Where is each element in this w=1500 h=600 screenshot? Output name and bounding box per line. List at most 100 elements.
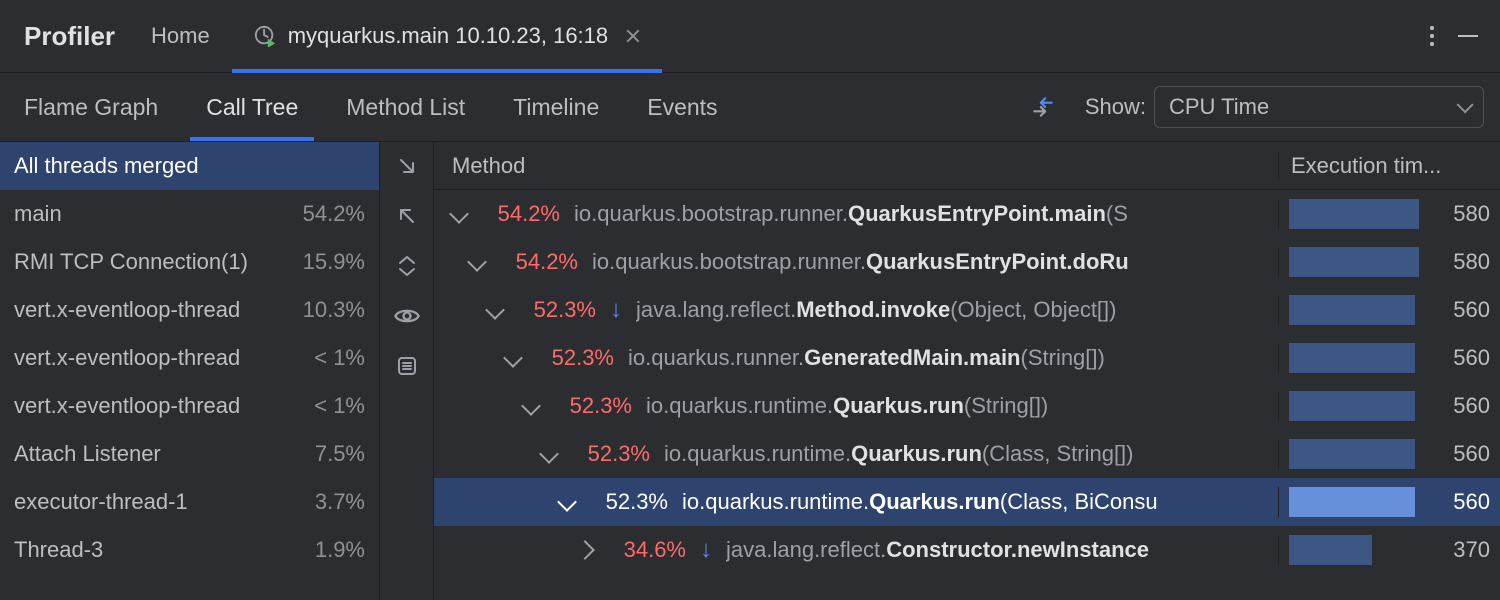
row-percent: 52.3% [534, 345, 614, 371]
titlebar: Profiler Home myquarkus.main 10.10.23, 1… [0, 0, 1500, 72]
chevron-down-icon[interactable] [539, 444, 559, 464]
subtab-method-list[interactable]: Method List [322, 73, 489, 141]
expand-up-button[interactable] [387, 196, 427, 236]
method-cell: 54.2% io.quarkus.bootstrap.runner.Quarkus… [434, 249, 1278, 275]
method-signature: io.quarkus.bootstrap.runner.QuarkusEntry… [592, 249, 1129, 275]
thread-name: All threads merged [14, 153, 199, 179]
time-bar [1289, 247, 1419, 277]
row-percent: 52.3% [516, 297, 596, 323]
chevron-down-icon[interactable] [521, 396, 541, 416]
thread-name: RMI TCP Connection(1) [14, 249, 248, 275]
col-header-execution-time[interactable]: Execution tim... [1278, 153, 1500, 179]
method-cell: 52.3%io.quarkus.runtime.Quarkus.run(Clas… [434, 489, 1278, 515]
method-cell: 54.2%io.quarkus.bootstrap.runner.Quarkus… [434, 201, 1278, 227]
chevron-down-icon[interactable] [449, 204, 469, 224]
tree-row[interactable]: 54.2%io.quarkus.bootstrap.runner.Quarkus… [434, 190, 1500, 238]
thread-name: main [14, 201, 62, 227]
minimize-button[interactable] [1450, 18, 1486, 54]
method-cell: 52.3%↓java.lang.reflect.Method.invoke(Ob… [434, 296, 1278, 324]
thread-list: All threads merged main 54.2% RMI TCP Conne… [0, 142, 380, 600]
thread-percent: 7.5% [315, 441, 365, 467]
thread-percent: < 1% [314, 345, 365, 371]
thread-row[interactable]: Attach Listener7.5% [0, 430, 379, 478]
thread-row[interactable]: executor-thread-1 3.7% [0, 478, 379, 526]
tree-row[interactable]: 52.3% io.quarkus.runner.GeneratedMain.mai… [434, 334, 1500, 382]
row-percent: 34.6% [606, 537, 686, 563]
chevron-right-icon[interactable] [575, 540, 595, 560]
thread-name: vert.x-eventloop-thread [14, 297, 240, 323]
list-button[interactable] [387, 346, 427, 386]
thread-percent: < 1% [314, 393, 365, 419]
more-icon [1430, 26, 1434, 46]
thread-name: executor-thread-1 [14, 489, 188, 515]
panel-title: Profiler [10, 21, 129, 52]
expand-down-button[interactable] [387, 146, 427, 186]
chevron-down-icon[interactable] [557, 492, 577, 512]
tree-row[interactable]: 52.3%io.quarkus.runtime.Quarkus.run(Stri… [434, 382, 1500, 430]
focus-method-button[interactable] [1023, 87, 1063, 127]
thread-name: Thread-3 [14, 537, 103, 563]
time-value: 580 [1431, 201, 1490, 227]
arrow-up-left-icon [395, 204, 419, 228]
show-label: Show: [1085, 94, 1146, 120]
close-icon[interactable] [626, 29, 640, 43]
method-cell: 52.3%io.quarkus.runtime.Quarkus.run(Clas… [434, 441, 1278, 467]
subtab-flame-graph[interactable]: Flame Graph [0, 73, 182, 141]
time-bar [1289, 439, 1415, 469]
more-button[interactable] [1414, 18, 1450, 54]
thread-row[interactable]: All threads merged [0, 142, 379, 190]
time-cell: 370 [1278, 535, 1500, 565]
chevron-down-icon[interactable] [485, 300, 505, 320]
collapse-button[interactable] [387, 246, 427, 286]
col-header-method[interactable]: Method [434, 153, 1278, 179]
collapse-icon [395, 254, 419, 278]
tab-label: Home [151, 23, 210, 49]
time-cell: 560 [1278, 343, 1500, 373]
subtab-call-tree[interactable]: Call Tree [182, 73, 322, 141]
thread-row[interactable]: RMI TCP Connection(1) 15.9% [0, 238, 379, 286]
tab-label: myquarkus.main 10.10.23, 16:18 [288, 23, 608, 49]
row-percent: 54.2% [498, 249, 578, 275]
list-icon [395, 354, 419, 378]
thread-row[interactable]: Thread-3 1.9% [0, 526, 379, 574]
tree-row[interactable]: 54.2% io.quarkus.bootstrap.runner.Quarkus… [434, 238, 1500, 286]
thread-row[interactable]: vert.x-eventloop-thread 10.3% [0, 286, 379, 334]
recursive-icon: ↓ [700, 536, 712, 564]
swap-icon [1030, 94, 1056, 120]
chevron-down-icon[interactable] [467, 252, 487, 272]
subtab-timeline[interactable]: Timeline [489, 73, 623, 141]
thread-percent: 10.3% [303, 297, 365, 323]
thread-percent: 15.9% [303, 249, 365, 275]
thread-percent: 1.9% [315, 537, 365, 563]
tree-row[interactable]: 52.3%io.quarkus.runtime.Quarkus.run(Clas… [434, 478, 1500, 526]
tree-gutter [380, 142, 434, 600]
tree-row[interactable]: 52.3%io.quarkus.runtime.Quarkus.run(Clas… [434, 430, 1500, 478]
time-bar [1289, 295, 1415, 325]
show-select[interactable]: CPU Time [1154, 86, 1484, 128]
chevron-down-icon [1457, 96, 1474, 113]
tree-row[interactable]: 34.6%↓java.lang.reflect.Constructor.newI… [434, 526, 1500, 574]
tree-row[interactable]: 52.3%↓java.lang.reflect.Method.invoke(Ob… [434, 286, 1500, 334]
thread-row[interactable]: vert.x-eventloop-thread< 1% [0, 334, 379, 382]
thread-row[interactable]: vert.x-eventloop-thread< 1% [0, 382, 379, 430]
time-value: 560 [1427, 441, 1490, 467]
thread-percent: 3.7% [315, 489, 365, 515]
preview-button[interactable] [387, 296, 427, 336]
method-signature: io.quarkus.runner.GeneratedMain.main(Str… [628, 345, 1105, 371]
time-cell: 560 [1278, 391, 1500, 421]
subtab-events[interactable]: Events [623, 73, 741, 141]
time-bar [1289, 343, 1415, 373]
chevron-down-icon[interactable] [503, 348, 523, 368]
thread-percent: 54.2% [303, 201, 365, 227]
method-cell: 52.3% io.quarkus.runner.GeneratedMain.mai… [434, 345, 1278, 371]
method-cell: 52.3%io.quarkus.runtime.Quarkus.run(Stri… [434, 393, 1278, 419]
minimize-icon [1458, 35, 1478, 37]
call-tree: Method Execution tim... 54.2% io.quarkus.… [434, 142, 1500, 600]
thread-row[interactable]: main 54.2% [0, 190, 379, 238]
tab-home[interactable]: Home [129, 0, 232, 72]
method-signature: io.quarkus.bootstrap.runner.QuarkusEntry… [574, 201, 1128, 227]
time-cell: 560 [1278, 439, 1500, 469]
method-signature: java.lang.reflect.Method.invoke(Object, … [636, 297, 1117, 323]
method-signature: io.quarkus.runtime.Quarkus.run(Class, Bi… [682, 489, 1158, 515]
tab-snapshot[interactable]: myquarkus.main 10.10.23, 16:18 [232, 0, 662, 72]
